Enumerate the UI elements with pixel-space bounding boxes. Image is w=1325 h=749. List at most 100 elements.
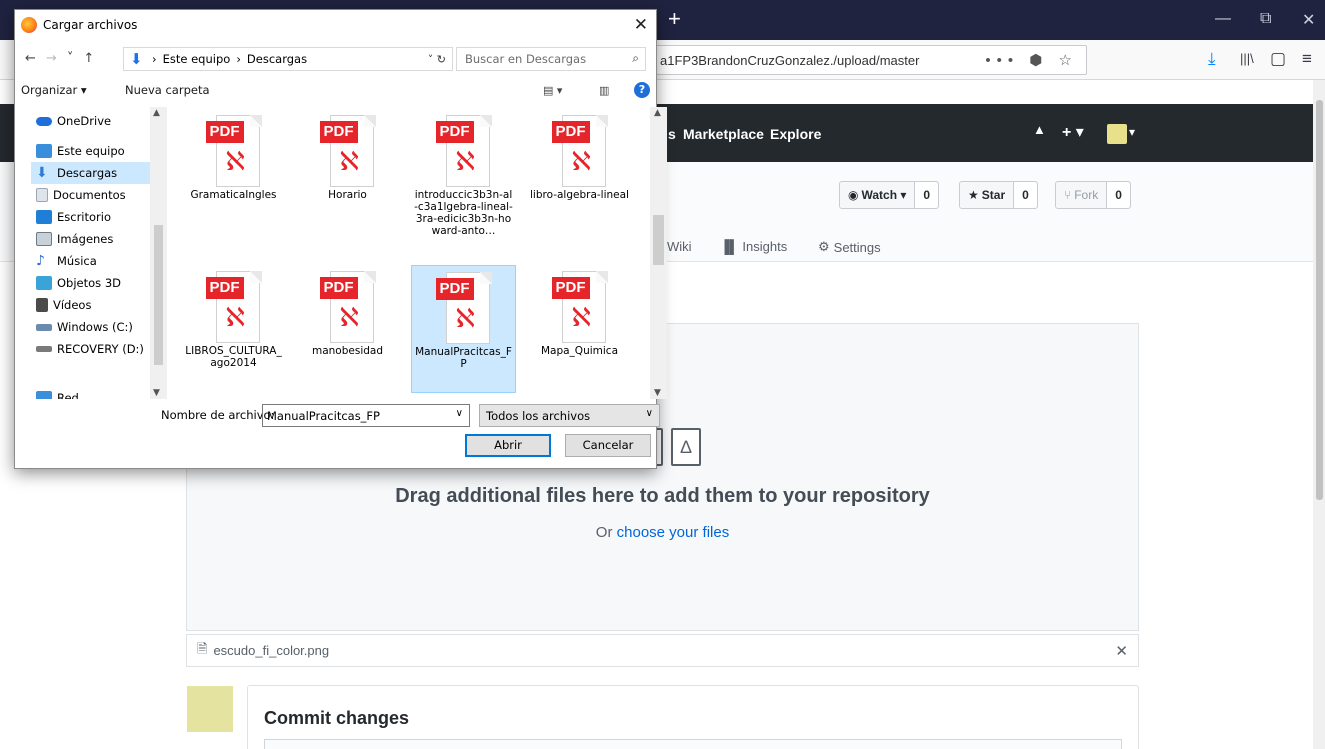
open-button[interactable]: Abrir [465,434,551,457]
search-input[interactable]: Buscar en Descargas ⌕ [456,47,646,71]
nav-item-recovery-d[interactable]: RECOVERY (D:) [36,338,168,360]
pdf-label: PDF [435,121,474,143]
page-scroll-thumb[interactable] [1316,100,1323,500]
nav-item-videos[interactable]: Vídeos [36,294,168,316]
scroll-down-icon[interactable]: ▼ [153,388,160,398]
nav-marketplace[interactable]: Marketplace [683,126,764,142]
watch-label: Watch ▾ [861,188,907,202]
maximize-button[interactable]: ⧉ [1260,10,1271,28]
gear-icon: ⚙ [818,239,830,254]
nav-item-label: Windows (C:) [57,320,133,334]
file-item[interactable]: PDF ℵ LIBROS_CULTURA_ago2014 [181,265,286,393]
file-item[interactable]: PDF ℵ libro-algebra-lineal [527,109,632,237]
nav-item-musica[interactable]: ♪ Música [36,250,168,272]
fork-count[interactable]: 0 [1106,182,1130,208]
nav-pulls-fragment[interactable]: s [668,126,676,142]
bell-icon[interactable]: ▲ [1033,122,1046,137]
pdf-icon: PDF ℵ [205,115,262,187]
file-item[interactable]: PDF ℵ manobesidad [295,265,400,393]
scroll-down-icon[interactable]: ▼ [654,388,661,398]
breadcrumb-este-equipo[interactable]: Este equipo [163,52,231,66]
help-icon[interactable]: ? [634,82,650,98]
choose-files-link[interactable]: choose your files [617,524,730,541]
organize-menu[interactable]: Organizar ▾ [21,83,87,97]
nav-item-este-equipo[interactable]: Este equipo [36,140,168,162]
breadcrumb-sep: › [152,52,157,66]
music-icon: ♪ [36,253,45,269]
nav-item-documentos[interactable]: Documentos [36,184,168,206]
close-window-button[interactable]: ✕ [1302,10,1315,30]
cancel-button[interactable]: Cancelar [565,434,651,457]
file-type-select[interactable]: Todos los archivos ∨ [479,404,660,427]
watch-count[interactable]: 0 [914,182,939,208]
view-options-icon[interactable]: ▤ ▾ [543,84,562,97]
nav-item-label: Música [57,254,97,268]
chevron-down-icon[interactable]: ∨ [456,408,463,419]
files-scroll-thumb[interactable] [653,215,664,265]
downloads-icon[interactable]: ⤓ [1208,49,1216,69]
file-item[interactable]: PDF ℵ introduccic3b3n-al-c3a1lgebra-linea… [411,109,516,237]
nav-item-label: Red [57,391,79,399]
recent-dropdown-icon[interactable]: ˅ [67,51,74,66]
tab-settings[interactable]: ⚙ Settings [818,239,881,255]
nav-explore[interactable]: Explore [770,126,821,142]
nav-item-label: OneDrive [57,114,112,128]
documents-icon [36,188,48,202]
pdf-icon: PDF ℵ [551,271,608,343]
file-item-selected[interactable]: PDF ℵ ManualPracitcas_FP [411,265,516,393]
new-tab-button[interactable]: + [668,8,681,30]
preview-pane-icon[interactable]: ▥ [599,84,609,97]
commit-message-input[interactable] [264,739,1122,749]
tab-insights[interactable]: ▐▌ Insights [720,239,787,254]
new-folder-button[interactable]: Nueva carpeta [125,83,210,97]
nav-item-label: Documentos [53,188,126,202]
sidebar-icon[interactable]: ▢ [1270,49,1286,69]
pdf-icon: PDF ℵ [435,272,492,344]
new-menu-icon[interactable]: + ▾ [1062,122,1084,142]
star-count[interactable]: 0 [1013,182,1037,208]
tab-settings-label: Settings [833,239,881,255]
dialog-close-button[interactable]: ✕ [634,15,648,35]
download-arrow-icon: ⬇ [36,165,48,181]
breadcrumb[interactable]: ⬇ › Este equipo › Descargas ˅ ↻ [123,47,453,71]
filename-input[interactable]: ManualPracitcas_FP ∨ [262,404,470,427]
back-icon[interactable]: ← [25,51,36,66]
fork-icon: ⑂ [1064,188,1072,202]
watch-button[interactable]: ◉ Watch ▾ 0 [839,181,940,209]
nav-item-windows-c[interactable]: Windows (C:) [36,316,168,338]
url-bar[interactable]: a1FP3BrandonCruzGonzalez./upload/master … [655,45,1087,75]
library-icon[interactable]: |||\ [1240,51,1254,66]
onedrive-icon [36,116,52,126]
page-actions-icon[interactable]: ••• ⬢ ☆ [985,51,1078,69]
nav-item-escritorio[interactable]: Escritorio [36,206,168,228]
nav-item-label: Escritorio [57,210,112,224]
scroll-up-icon[interactable]: ▲ [654,108,661,118]
remove-file-icon[interactable]: ✕ [1115,642,1128,660]
file-item[interactable]: PDF ℵ GramaticaIngles [181,109,286,237]
nav-scroll-thumb[interactable] [154,225,163,365]
file-item[interactable]: PDF ℵ Horario [295,109,400,237]
forward-icon[interactable]: → [46,51,57,66]
menu-icon[interactable]: ≡ [1302,49,1312,69]
dropzone-subtitle: Or choose your files [186,524,1139,541]
video-icon [36,298,48,312]
nav-item-objetos-3d[interactable]: Objetos 3D [36,272,168,294]
up-icon[interactable]: ↑ [83,51,94,66]
file-type-value: Todos los archivos [486,409,591,423]
minimize-button[interactable]: — [1215,10,1231,28]
breadcrumb-descargas[interactable]: Descargas [247,52,307,66]
nav-item-onedrive[interactable]: OneDrive [36,110,168,132]
pdf-label: PDF [435,278,474,300]
file-item[interactable]: PDF ℵ Mapa_Quimica [527,265,632,393]
nav-item-red[interactable]: Red [36,387,168,399]
refresh-icon[interactable]: ˅ ↻ [428,53,452,66]
tab-wiki[interactable]: Wiki [667,239,692,254]
fork-button[interactable]: ⑂ Fork 0 [1055,181,1131,209]
uploaded-file-row: 🗎 escudo_fi_color.png ✕ [186,634,1139,667]
nav-item-descargas[interactable]: ⬇ Descargas [31,162,163,184]
nav-item-imagenes[interactable]: Imágenes [36,228,168,250]
avatar-caret-icon[interactable]: ▾ [1129,125,1135,139]
star-button[interactable]: ★ Star 0 [959,181,1038,209]
scroll-up-icon[interactable]: ▲ [153,108,160,118]
user-avatar[interactable] [1107,124,1127,144]
